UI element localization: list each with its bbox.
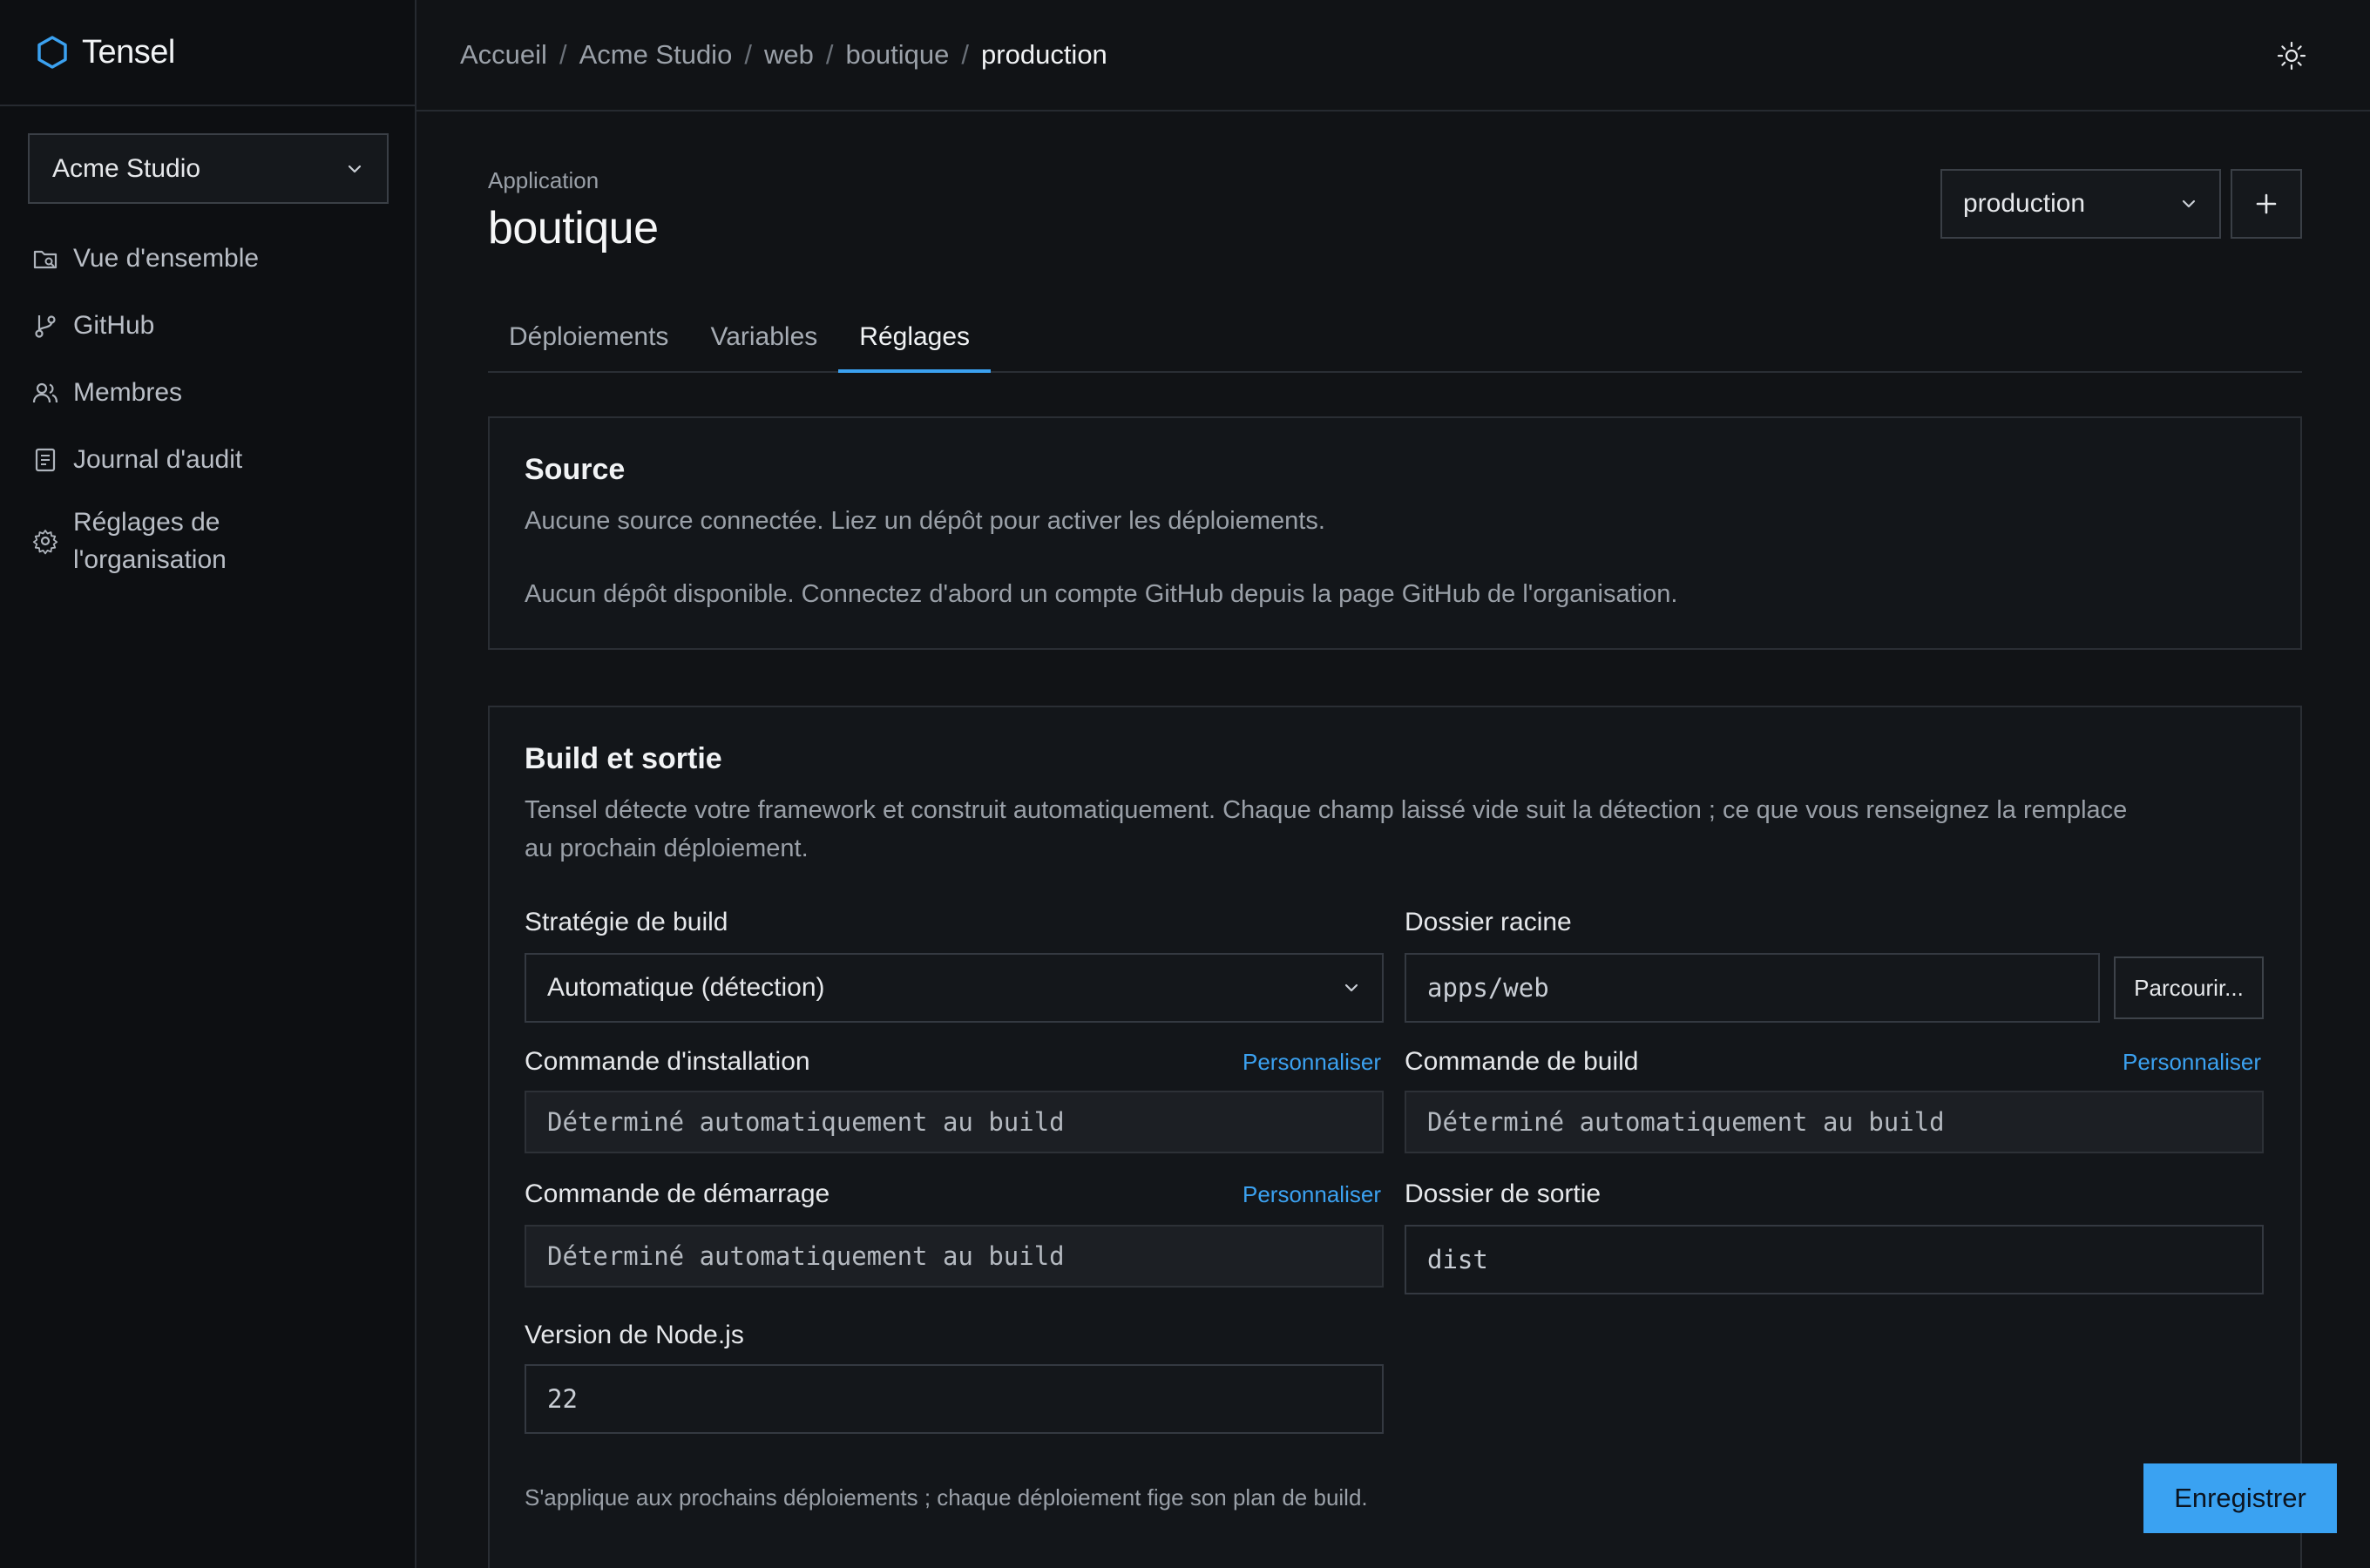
build-footnote: S'applique aux prochains déploiements ; …	[525, 1484, 1368, 1511]
sidebar-item-github[interactable]: GitHub	[0, 292, 416, 359]
build-title: Build et sortie	[525, 742, 722, 775]
breadcrumb-separator: /	[559, 39, 567, 70]
tab-variables[interactable]: Variables	[689, 310, 838, 373]
breadcrumb-separator: /	[825, 39, 834, 70]
sidebar-item-overview[interactable]: Vue d'ensemble	[0, 225, 416, 292]
breadcrumb-item-current: production	[981, 39, 1107, 70]
tab-deployments[interactable]: Déploiements	[488, 310, 689, 373]
root-folder-input[interactable]: apps/web	[1405, 953, 2100, 1023]
build-strategy-label: Stratégie de build	[525, 908, 728, 936]
environment-selector-value: production	[1963, 189, 2086, 218]
source-title: Source	[525, 453, 626, 486]
chevron-down-icon	[348, 165, 362, 172]
breadcrumb-separator: /	[961, 39, 970, 70]
output-folder-label: Dossier de sortie	[1405, 1179, 1601, 1208]
chevron-down-icon	[2182, 199, 2196, 208]
customize-install-link[interactable]: Personnaliser	[1243, 1049, 1381, 1076]
breadcrumb-item-project[interactable]: web	[764, 39, 814, 71]
sidebar-item-label: Réglages de l'organisation	[73, 504, 227, 578]
build-strategy-value: Automatique (détection)	[547, 973, 825, 1002]
plus-icon	[2256, 193, 2277, 214]
chevron-down-icon	[1344, 983, 1358, 992]
org-selector[interactable]: Acme Studio	[28, 133, 389, 204]
sidebar-item-label-line: l'organisation	[73, 545, 227, 574]
start-command-label: Commande de démarrage	[525, 1179, 830, 1208]
sidebar-item-label: Membres	[73, 377, 183, 407]
audit-log-icon	[35, 448, 56, 471]
sidebar-item-label: Vue d'ensemble	[73, 243, 260, 273]
source-hint-text: Aucun dépôt disponible. Connectez d'abor…	[525, 580, 1678, 608]
sidebar-item-org-settings[interactable]: Réglages de l'organisation	[0, 493, 416, 589]
topbar: Accueil / Acme Studio / web / boutique /…	[416, 0, 2370, 112]
source-status-text: Aucune source connectée. Liez un dépôt p…	[525, 507, 1325, 535]
page-kicker: Application	[488, 167, 599, 193]
start-command-field: Déterminé automatiquement au build	[525, 1225, 1384, 1288]
breadcrumb-item-org[interactable]: Acme Studio	[579, 39, 733, 71]
sidebar: Tensel Acme Studio Vue d'ensemble GitHub…	[0, 0, 416, 1568]
build-strategy-select[interactable]: Automatique (détection)	[525, 953, 1384, 1023]
build-description-line: au prochain déploiement.	[525, 835, 809, 862]
install-command-field: Déterminé automatiquement au build	[525, 1091, 1384, 1153]
brand-name: Tensel	[82, 33, 175, 71]
tensel-logo-icon	[37, 36, 67, 69]
build-output-card: Build et sortie Tensel détecte votre fra…	[488, 706, 2337, 1568]
tab-bar: Déploiements Variables Réglages	[488, 310, 2302, 373]
org-selector-value: Acme Studio	[52, 153, 201, 183]
app-root: Tensel Acme Studio Vue d'ensemble GitHub…	[0, 0, 2370, 1568]
add-environment-button[interactable]	[2231, 169, 2302, 239]
gear-icon	[32, 530, 58, 555]
node-version-input[interactable]: 22	[525, 1364, 1384, 1434]
git-branch-icon	[35, 314, 56, 338]
build-command-field: Déterminé automatiquement au build	[1405, 1091, 2264, 1153]
build-description-line: Tensel détecte votre framework et constr…	[525, 796, 2128, 824]
browse-button[interactable]: Parcourir...	[2114, 956, 2264, 1019]
users-icon	[32, 382, 58, 402]
customize-start-link[interactable]: Personnaliser	[1243, 1181, 1381, 1208]
sidebar-item-label-line: Réglages de	[73, 508, 220, 537]
output-folder-input[interactable]: dist	[1405, 1225, 2264, 1294]
build-command-label: Commande de build	[1405, 1047, 1639, 1076]
tab-settings[interactable]: Réglages	[838, 310, 992, 373]
breadcrumb-item-home[interactable]: Accueil	[460, 39, 547, 71]
breadcrumb-item-app[interactable]: boutique	[845, 39, 949, 71]
sidebar-item-label: GitHub	[73, 310, 155, 340]
sidebar-item-audit-log[interactable]: Journal d'audit	[0, 426, 416, 493]
sidebar-item-members[interactable]: Membres	[0, 359, 416, 426]
main-content: Application boutique production Déploiem…	[416, 113, 2370, 1568]
page-title: boutique	[488, 203, 659, 253]
overview-icon	[33, 250, 58, 268]
environment-selector[interactable]: production	[1940, 169, 2221, 239]
sun-icon[interactable]	[2276, 40, 2307, 71]
customize-build-link[interactable]: Personnaliser	[2123, 1049, 2261, 1076]
breadcrumb: Accueil / Acme Studio / web / boutique /…	[460, 39, 1107, 71]
sidebar-nav: Vue d'ensemble GitHub Membres Journal d'…	[0, 225, 416, 589]
node-version-label: Version de Node.js	[525, 1321, 744, 1349]
save-button[interactable]: Enregistrer	[2143, 1463, 2337, 1533]
sidebar-item-label: Journal d'audit	[73, 444, 243, 474]
source-card: Source Aucune source connectée. Liez un …	[488, 416, 2302, 650]
brand[interactable]: Tensel	[0, 0, 415, 106]
install-command-label: Commande d'installation	[525, 1047, 810, 1076]
root-folder-label: Dossier racine	[1405, 908, 1572, 936]
breadcrumb-separator: /	[744, 39, 752, 70]
